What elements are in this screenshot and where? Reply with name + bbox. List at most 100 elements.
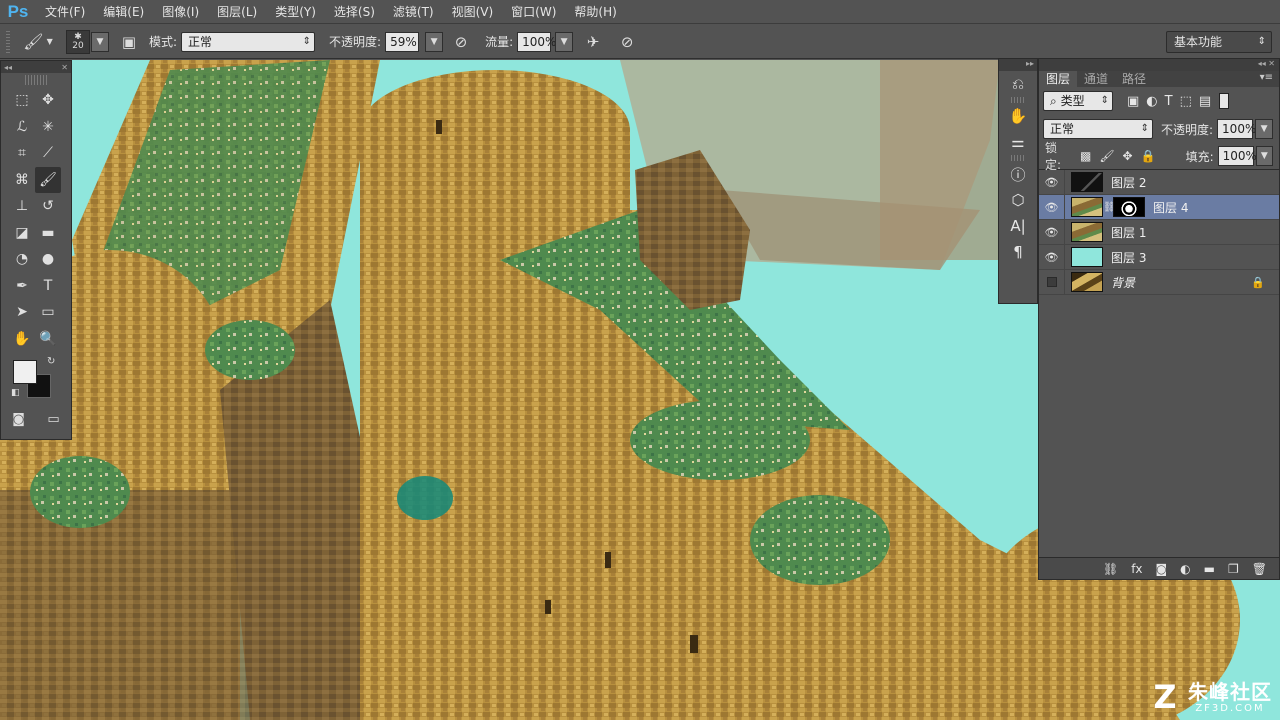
menu-file[interactable]: 文件(F) [36, 0, 94, 24]
menu-help[interactable]: 帮助(H) [565, 0, 625, 24]
paragraph-panel-icon[interactable]: ¶ [999, 239, 1037, 265]
adjustments-panel-icon[interactable]: ⚌ [999, 129, 1037, 155]
hand-tool-icon[interactable]: ✋ [9, 326, 35, 353]
tools-grip[interactable] [25, 75, 47, 85]
lock-position-icon[interactable]: ✥ [1123, 149, 1133, 163]
layer-row-layer4[interactable]: 👁 ⛓ 图层 4 [1039, 194, 1279, 220]
swap-colors-icon[interactable]: ↻ [47, 356, 55, 367]
layer-opacity-input[interactable]: 100% [1217, 119, 1256, 139]
menu-image[interactable]: 图像(I) [153, 0, 208, 24]
eraser-tool-icon[interactable]: ◪ [9, 220, 35, 247]
airbrush-button[interactable]: ✈ [579, 30, 607, 54]
close-icon[interactable]: ✕ [61, 63, 68, 72]
mask-link-icon[interactable]: ⛓ [1103, 202, 1116, 213]
pixel-filter-icon[interactable]: ▣ [1127, 94, 1139, 109]
blend-mode-select[interactable]: 正常 [1043, 119, 1153, 139]
tab-channels[interactable]: 通道 [1077, 71, 1115, 87]
collapse-icon[interactable]: ◂◂ [4, 63, 12, 72]
default-colors-icon[interactable]: ◧ [11, 388, 20, 398]
adjustment-filter-icon[interactable]: ◐ [1146, 94, 1157, 109]
type-tool-icon[interactable]: T [35, 273, 61, 300]
tab-layers[interactable]: 图层 [1039, 71, 1078, 87]
menu-edit[interactable]: 编辑(E) [94, 0, 153, 24]
character-panel-icon[interactable]: A| [999, 213, 1037, 239]
layers-panel-header[interactable]: ◂◂ ✕ [1039, 59, 1279, 71]
brush-panel-toggle[interactable]: ▣ [115, 30, 143, 54]
pen-tool-icon[interactable]: ✒ [9, 273, 35, 300]
layer-row-layer3[interactable]: 👁 图层 3 [1039, 244, 1279, 270]
info-panel-icon[interactable]: ⓘ [999, 161, 1037, 187]
lock-all-icon[interactable]: 🔒 [1141, 149, 1156, 163]
panel-menu-icon[interactable]: ▾≡ [1260, 72, 1273, 83]
brush-tool-icon[interactable]: 🖌 [35, 166, 61, 193]
quick-mask-icon[interactable]: ◙ [12, 412, 25, 427]
stamp-tool-icon[interactable]: ⊥ [9, 193, 35, 220]
fill-dropdown[interactable]: ▼ [1255, 146, 1273, 166]
layer-filter-select[interactable]: ⌕ 类型 [1043, 91, 1113, 111]
new-adjustment-icon[interactable]: ◐ [1180, 562, 1190, 576]
workspace-select[interactable]: 基本功能 [1166, 31, 1272, 53]
zoom-tool-icon[interactable]: 🔍 [35, 326, 61, 353]
fill-input[interactable]: 100% [1217, 146, 1257, 166]
eye-icon[interactable]: 👁 [1039, 194, 1065, 220]
layer-row-background[interactable]: 背景 🔒 [1039, 269, 1279, 295]
eye-icon[interactable]: 👁 [1039, 244, 1065, 270]
layer-style-icon[interactable]: fx [1131, 562, 1142, 576]
dodge-tool-icon[interactable]: ● [35, 246, 61, 273]
blur-tool-icon[interactable]: ◔ [9, 246, 35, 273]
history-brush-tool-icon[interactable]: ↺ [35, 193, 61, 220]
gradient-tool-icon[interactable]: ▬ [35, 220, 61, 247]
mode-select[interactable]: 正常 [181, 31, 316, 52]
options-grip[interactable] [6, 30, 10, 53]
foreground-color-swatch[interactable] [13, 360, 37, 384]
menu-view[interactable]: 视图(V) [443, 0, 503, 24]
tool-presets-panel-icon[interactable]: ✋ [999, 103, 1037, 129]
link-layers-icon[interactable]: ⛓ [1103, 562, 1118, 576]
history-panel-icon[interactable]: ⎌ [999, 71, 1037, 97]
opacity-dropdown[interactable]: ▼ [425, 31, 444, 52]
move-tool-icon[interactable]: ✥ [35, 87, 61, 114]
opacity-input[interactable]: 59% [385, 31, 420, 52]
lock-pixels-icon[interactable]: 🖌 [1099, 149, 1114, 163]
shape-tool-icon[interactable]: ▭ [35, 299, 61, 326]
eye-hidden-toggle[interactable] [1039, 269, 1065, 295]
type-filter-icon[interactable]: T [1165, 94, 1173, 109]
pressure-size-button[interactable]: ⊘ [613, 30, 641, 54]
menu-select[interactable]: 选择(S) [325, 0, 384, 24]
filter-toggle[interactable] [1219, 93, 1230, 109]
screen-mode-icon[interactable]: ▭ [47, 412, 59, 427]
shape-filter-icon[interactable]: ⬚ [1180, 94, 1192, 109]
new-group-icon[interactable]: ▬ [1204, 562, 1215, 576]
eyedropper-tool-icon[interactable]: ⟋ [35, 140, 61, 167]
marquee-tool-icon[interactable]: ⬚ [9, 87, 35, 114]
smart-object-filter-icon[interactable]: ▤ [1199, 94, 1211, 109]
menu-window[interactable]: 窗口(W) [502, 0, 565, 24]
lock-transparency-icon[interactable]: ▩ [1080, 149, 1091, 163]
3d-panel-icon[interactable]: ⬡ [999, 187, 1037, 213]
menu-filter[interactable]: 滤镜(T) [384, 0, 443, 24]
new-layer-icon[interactable]: ❐ [1228, 562, 1239, 576]
pressure-opacity-button[interactable]: ⊘ [447, 30, 475, 54]
path-selection-tool-icon[interactable]: ➤ [9, 299, 35, 326]
layer-opacity-dropdown[interactable]: ▼ [1255, 119, 1274, 139]
brush-size-dropdown[interactable]: ▼ [91, 31, 109, 52]
eye-icon[interactable]: 👁 [1039, 219, 1065, 245]
add-mask-icon[interactable]: ◙ [1156, 562, 1168, 576]
layer-mask-thumbnail[interactable] [1113, 197, 1145, 217]
tab-paths[interactable]: 路径 [1115, 71, 1153, 87]
layer-row-layer2[interactable]: 👁 图层 2 [1039, 169, 1279, 195]
healing-brush-tool-icon[interactable]: ⌘ [9, 167, 35, 194]
layer-row-layer1[interactable]: 👁 图层 1 [1039, 219, 1279, 245]
menu-type[interactable]: 类型(Y) [266, 0, 325, 24]
strip-header[interactable]: ▸▸ [999, 59, 1037, 71]
flow-input[interactable]: 100% [517, 31, 556, 52]
eye-icon[interactable]: 👁 [1039, 169, 1065, 195]
crop-tool-icon[interactable]: ⌗ [9, 140, 35, 167]
brush-preset-picker[interactable]: 🖌 ▼ [16, 29, 60, 55]
delete-layer-icon[interactable]: 🗑 [1252, 562, 1267, 576]
flow-dropdown[interactable]: ▼ [555, 31, 574, 52]
menu-layer[interactable]: 图层(L) [208, 0, 266, 24]
tools-panel-header[interactable]: ◂◂ ✕ [1, 61, 71, 73]
lasso-tool-icon[interactable]: ℒ [9, 114, 35, 141]
brush-size-picker[interactable]: ✱ 20 [66, 29, 90, 54]
